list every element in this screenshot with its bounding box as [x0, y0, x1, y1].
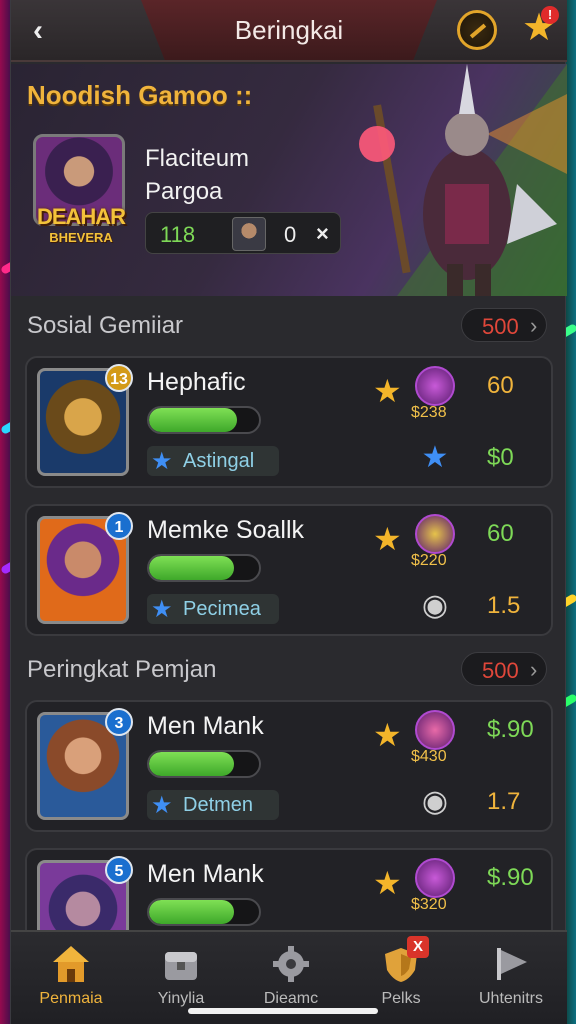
nav-label: Uhtenitrs [478, 990, 544, 1007]
player-name: Hephafic [147, 368, 246, 396]
hero-stat-avatar [232, 217, 266, 251]
section-header-ranking: Peringkat Pemjan 500 › [11, 642, 567, 696]
nav-label: Yinylia [157, 990, 205, 1007]
chevron-left-icon: ‹ [33, 14, 43, 47]
medal-icon [415, 514, 455, 554]
gear-icon [273, 946, 309, 982]
medal-icon [415, 858, 455, 898]
section-more-button[interactable]: 500 › [461, 652, 547, 686]
secondary-value: $0 [487, 444, 514, 471]
rank-badge: 13 [105, 364, 133, 392]
hero-logo-badge: DEAHAR BHEVERA [25, 198, 137, 250]
hero-name-line2: Pargoa [145, 178, 223, 205]
star-icon: ★ [151, 596, 173, 623]
section-more-button[interactable]: 500 › [461, 308, 547, 342]
nav-label: Pelks [381, 990, 421, 1007]
chevron-right-icon: › [530, 313, 538, 338]
player-tag: ★ Detmen [147, 790, 279, 820]
page-title: Beringkai [234, 14, 344, 45]
progress-fill [149, 408, 237, 432]
progress-fill [149, 556, 234, 580]
notification-badge: ! [541, 6, 559, 24]
hero-stats-box: 118 0 × [145, 212, 341, 254]
secondary-value: 1.7 [487, 788, 521, 815]
compass-button[interactable] [457, 10, 497, 50]
progress-fill [149, 900, 234, 924]
player-card[interactable]: 1 Memke Soallk ★ Pecimea ★ $220 60 ◉ 1.5 [25, 504, 553, 636]
rank-badge: 1 [105, 512, 133, 540]
warrior-illustration [359, 64, 567, 296]
player-name: Men Mank [147, 712, 264, 740]
progress-bar [147, 554, 261, 582]
medal-icon [415, 366, 455, 406]
player-name: Men Mank [147, 860, 264, 888]
close-icon[interactable]: × [316, 221, 329, 247]
section-title: Peringkat Pemjan [27, 656, 217, 683]
chest-icon [165, 952, 197, 980]
hero-badge-line1: DEAHAR [36, 203, 126, 229]
progress-bar [147, 750, 261, 778]
progress-bar [147, 406, 261, 434]
star-icon: ★ [373, 373, 402, 409]
app-window: ‹ Beringkai ★ ! Noodish Gamoo :: DEAHAR … [10, 0, 567, 1024]
secondary-icon: ◉ [421, 785, 449, 818]
home-icon [53, 946, 89, 982]
section-title: Sosial Gemiiar [27, 312, 184, 339]
medal-value: $320 [411, 896, 447, 913]
secondary-icon: ★ [421, 441, 449, 474]
section-header-social: Sosial Gemiiar 500 › [11, 298, 567, 352]
star-icon: ★ [151, 792, 173, 819]
score-value: $.90 [487, 716, 534, 743]
hero-banner[interactable]: Noodish Gamoo :: DEAHAR BHEVERA Flaciteu… [11, 64, 567, 296]
secondary-icon: ◉ [421, 589, 449, 622]
player-tag-label: Astingal [183, 450, 255, 472]
star-icon: ★ [151, 448, 173, 475]
medal-icon [415, 710, 455, 750]
rank-badge: 5 [105, 856, 133, 884]
home-indicator[interactable] [188, 1008, 378, 1014]
nav-badge: X [407, 936, 429, 958]
section-pill-value: 500 [482, 658, 519, 683]
hero-name: Flaciteum Pargoa [145, 142, 249, 208]
hero-title: Noodish Gamoo :: [27, 80, 253, 110]
arrow-flag-icon [497, 948, 527, 980]
star-icon: ★ [373, 717, 402, 753]
star-icon: ★ [373, 865, 402, 901]
progress-bar [147, 898, 261, 926]
player-card[interactable]: 13 Hephafic ★ Astingal ★ $238 60 ★ $0 [25, 356, 553, 488]
hero-stat-count: 0 [284, 222, 297, 247]
secondary-value: 1.5 [487, 592, 521, 619]
player-tag-label: Detmen [183, 794, 254, 816]
score-value: $.90 [487, 864, 534, 891]
star-icon: ★ [373, 521, 402, 557]
player-card[interactable]: 3 Men Mank ★ Detmen ★ $430 $.90 ◉ 1.7 [25, 700, 553, 832]
nav-item-more[interactable]: Uhtenitrs [457, 932, 565, 1024]
medal-value: $238 [411, 404, 447, 421]
player-tag: ★ Pecimea [147, 594, 279, 624]
progress-fill [149, 752, 234, 776]
back-button[interactable]: ‹ [21, 14, 55, 48]
rank-badge: 3 [105, 708, 133, 736]
player-tag: ★ Astingal [147, 446, 279, 476]
score-value: 60 [487, 520, 514, 547]
score-value: 60 [487, 372, 514, 399]
title-banner: Beringkai [141, 0, 437, 60]
hero-stat-value: 118 [160, 222, 196, 247]
nav-label: Dieamc [263, 990, 319, 1007]
player-card[interactable]: 5 Men Mank ★ $320 $.90 [25, 848, 553, 938]
section-pill-value: 500 [482, 314, 519, 339]
player-tag-label: Pecimea [183, 598, 261, 620]
medal-value: $430 [411, 748, 447, 765]
top-bar: ‹ Beringkai ★ ! [11, 0, 567, 62]
nav-item-home[interactable]: Penmaia [17, 932, 125, 1024]
hero-badge-line2: BHEVERA [49, 229, 113, 245]
nav-label: Penmaia [39, 990, 103, 1007]
player-name: Memke Soallk [147, 516, 304, 544]
chevron-right-icon: › [530, 657, 538, 682]
hero-name-line1: Flaciteum [145, 145, 250, 172]
medal-value: $220 [411, 552, 447, 569]
